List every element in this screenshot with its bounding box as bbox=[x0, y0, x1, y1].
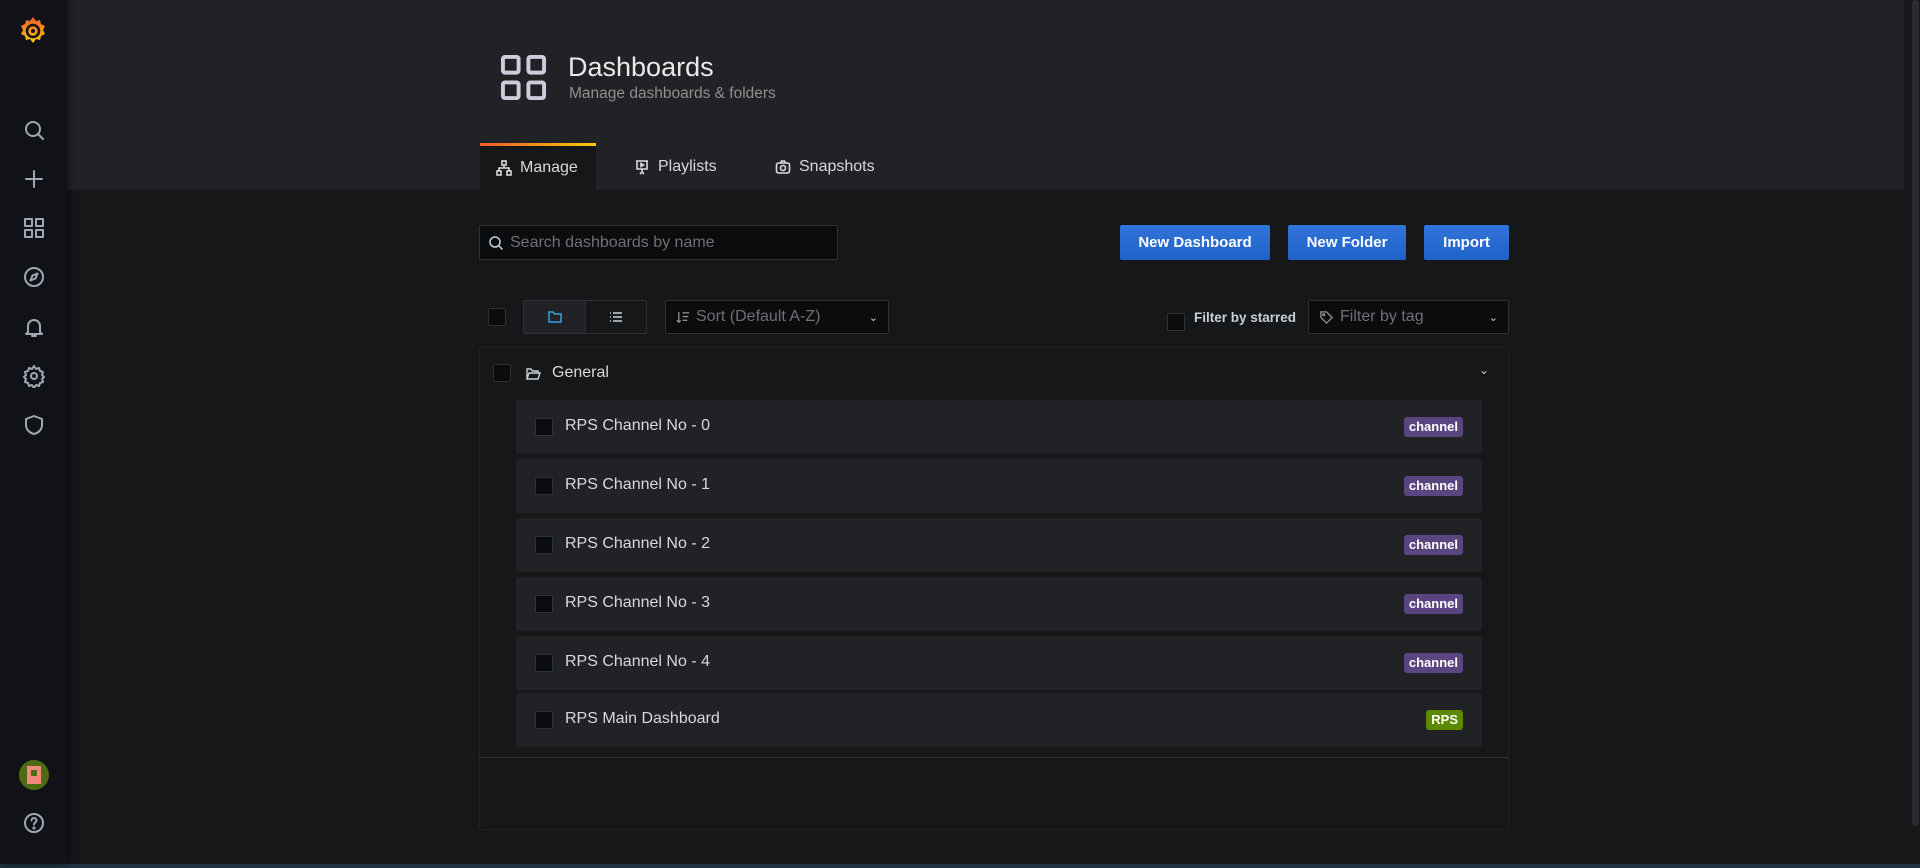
dashboard-checkbox[interactable] bbox=[535, 711, 553, 729]
help-icon[interactable] bbox=[20, 809, 48, 837]
sidebar bbox=[0, 0, 67, 864]
dashboard-name[interactable]: RPS Channel No - 0 bbox=[565, 417, 710, 435]
dashboard-tag[interactable]: channel bbox=[1403, 653, 1463, 673]
tab-manage[interactable]: Manage bbox=[480, 143, 596, 190]
dashboards-icon bbox=[500, 54, 547, 101]
new-dashboard-button[interactable]: New Dashboard bbox=[1120, 225, 1270, 260]
dashboard-name[interactable]: RPS Channel No - 2 bbox=[565, 535, 710, 553]
dashboard-name[interactable]: RPS Channel No - 1 bbox=[565, 476, 710, 494]
folder-name: General bbox=[552, 364, 609, 381]
search-placeholder: Search dashboards by name bbox=[510, 233, 715, 251]
search-input[interactable]: Search dashboards by name bbox=[479, 225, 838, 260]
dashboard-checkbox[interactable] bbox=[535, 536, 553, 554]
dashboard-checkbox[interactable] bbox=[535, 654, 553, 672]
plus-icon[interactable] bbox=[20, 165, 48, 193]
dashboard-list-item[interactable]: RPS Channel No - 2 channel bbox=[516, 518, 1482, 572]
gear-icon[interactable] bbox=[20, 362, 48, 390]
folder-header-general[interactable]: General ⌄ bbox=[479, 355, 1509, 391]
dashboard-checkbox[interactable] bbox=[535, 418, 553, 436]
filter-starred-checkbox[interactable] bbox=[1167, 313, 1185, 331]
dashboard-tag[interactable]: channel bbox=[1403, 476, 1463, 496]
scrollbar-track[interactable] bbox=[1905, 0, 1920, 864]
tab-label: Playlists bbox=[658, 157, 717, 175]
compass-icon[interactable] bbox=[20, 263, 48, 291]
dashboard-tag[interactable]: RPS bbox=[1426, 710, 1463, 730]
new-folder-button[interactable]: New Folder bbox=[1288, 225, 1406, 260]
list-view-button[interactable] bbox=[586, 301, 646, 333]
tag-placeholder: Filter by tag bbox=[1340, 308, 1424, 325]
dashboard-list-item[interactable]: RPS Channel No - 1 channel bbox=[516, 459, 1482, 513]
dashboard-list-item[interactable]: RPS Channel No - 4 channel bbox=[516, 636, 1482, 690]
folder-open-icon bbox=[526, 368, 541, 380]
page-subtitle: Manage dashboards & folders bbox=[569, 85, 776, 102]
tab-playlists[interactable]: Playlists bbox=[618, 143, 733, 190]
folder-icon bbox=[547, 311, 562, 323]
chevron-down-icon[interactable]: ⌄ bbox=[1479, 363, 1489, 377]
user-avatar[interactable] bbox=[19, 760, 49, 790]
dashboard-tag[interactable]: channel bbox=[1403, 594, 1463, 614]
dashboard-name[interactable]: RPS Main Dashboard bbox=[565, 710, 720, 728]
dashboard-list-item[interactable]: RPS Channel No - 3 channel bbox=[516, 577, 1482, 631]
import-button[interactable]: Import bbox=[1424, 225, 1509, 260]
camera-icon bbox=[775, 159, 791, 174]
dashboards-icon[interactable] bbox=[20, 214, 48, 242]
tab-label: Manage bbox=[520, 159, 578, 176]
tab-label: Snapshots bbox=[799, 157, 875, 175]
filter-starred-label: Filter by starred bbox=[1194, 310, 1297, 325]
view-toggle bbox=[523, 300, 647, 334]
sort-select[interactable]: Sort (Default A-Z) ⌄ bbox=[665, 300, 889, 334]
chevron-down-icon: ⌄ bbox=[868, 311, 878, 324]
dashboard-list-item[interactable]: RPS Main Dashboard RPS bbox=[516, 693, 1482, 747]
tab-snapshots[interactable]: Snapshots bbox=[759, 143, 891, 190]
page-title: Dashboards bbox=[568, 52, 714, 82]
bell-icon[interactable] bbox=[20, 313, 48, 341]
dashboard-name[interactable]: RPS Channel No - 3 bbox=[565, 594, 710, 612]
presentation-play-icon bbox=[636, 159, 648, 175]
scrollbar-thumb[interactable] bbox=[1912, 0, 1919, 826]
tag-icon bbox=[1320, 310, 1334, 324]
folder-checkbox[interactable] bbox=[493, 364, 511, 382]
dashboard-tag[interactable]: channel bbox=[1403, 417, 1463, 437]
sitemap-icon bbox=[496, 160, 512, 176]
taskbar-strip bbox=[0, 864, 1920, 868]
dashboard-name[interactable]: RPS Channel No - 4 bbox=[565, 653, 710, 671]
tag-filter-select[interactable]: Filter by tag ⌄ bbox=[1308, 300, 1509, 334]
search-icon bbox=[489, 235, 504, 250]
dashboard-checkbox[interactable] bbox=[535, 477, 553, 495]
sort-icon bbox=[676, 311, 690, 323]
divider bbox=[479, 757, 1509, 758]
sort-placeholder: Sort (Default A-Z) bbox=[696, 308, 821, 325]
shield-icon[interactable] bbox=[20, 411, 48, 439]
grafana-logo-icon[interactable] bbox=[16, 14, 50, 48]
search-icon[interactable] bbox=[20, 116, 48, 144]
folder-view-button[interactable] bbox=[524, 301, 586, 333]
list-icon bbox=[610, 312, 622, 322]
dashboard-checkbox[interactable] bbox=[535, 595, 553, 613]
select-all-checkbox[interactable] bbox=[488, 308, 506, 326]
page-header bbox=[67, 0, 1904, 190]
dashboard-list-item[interactable]: RPS Channel No - 0 channel bbox=[516, 400, 1482, 454]
chevron-down-icon: ⌄ bbox=[1488, 311, 1498, 324]
dashboard-tag[interactable]: channel bbox=[1403, 535, 1463, 555]
